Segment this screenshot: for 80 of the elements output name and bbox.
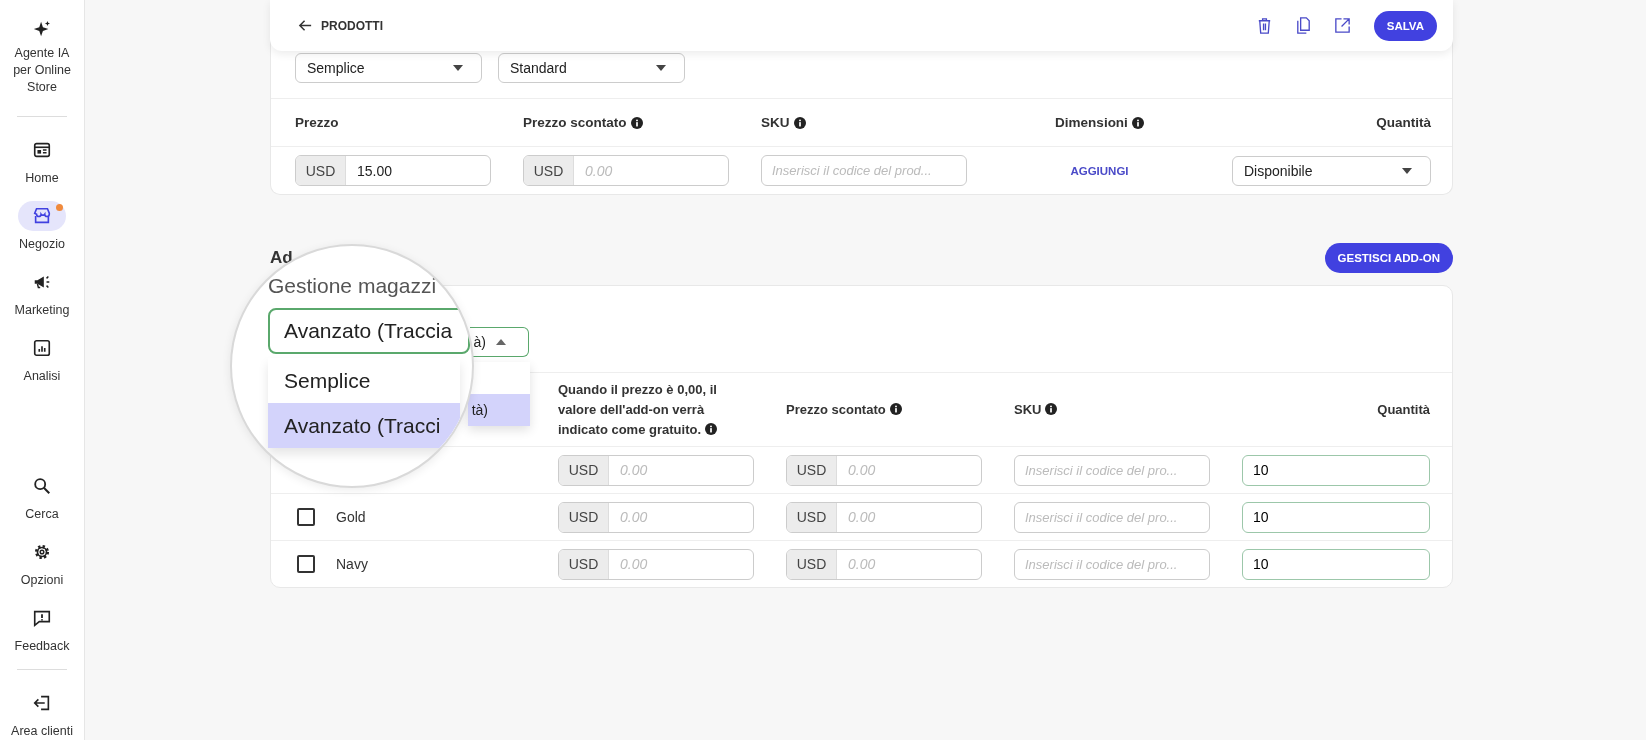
quantity-select[interactable]: Disponibile [1232,155,1431,186]
sidebar-label[interactable]: Area clienti [11,723,73,740]
sidebar-label[interactable]: Agente IA per Online Store [6,45,78,96]
currency-label: USD [524,156,574,185]
type-select[interactable]: Standard [498,53,685,83]
caret-icon [1402,167,1412,174]
sidebar-label[interactable]: Marketing [14,302,70,319]
info-icon[interactable] [1131,116,1144,129]
quantity-field[interactable]: 10 [1242,548,1430,580]
column-header: Prezzo [295,115,339,130]
info-icon[interactable] [889,402,902,415]
settings-icon[interactable] [32,542,52,562]
sidebar-label[interactable]: Home [25,170,59,187]
info-icon[interactable] [705,422,717,435]
currency-label: USD [787,502,837,532]
home-icon [32,140,52,160]
column-header: Prezzo scontato [786,399,902,420]
external-link-icon[interactable] [1332,16,1352,35]
addon-name: Gold [336,509,366,525]
caret-icon [453,65,463,71]
currency-label: USD [559,549,609,579]
type-select[interactable]: Semplice [295,53,482,83]
section-title: Ad [270,248,293,268]
sidebar-label[interactable]: Cerca [25,506,59,523]
dropdown-option[interactable]: Semplice [268,358,460,403]
currency-label: USD [787,455,837,485]
discount-price-field[interactable]: USD 0.00 [786,501,982,533]
sku-field[interactable]: Inserisci il codice del pro... [1014,501,1210,533]
sku-field[interactable]: Inserisci il codice del pro... [1014,548,1210,580]
column-header: Dimensioni [1055,115,1128,130]
currency-label: USD [559,455,609,485]
column-header: Quantità [1377,400,1430,419]
back-arrow-icon [298,18,313,33]
column-header: Prezzo scontato [523,115,627,130]
add-dimensions-link[interactable]: AGGIUNGI [1070,164,1129,177]
column-header: SKU [1014,399,1058,420]
feedback-icon[interactable] [32,608,52,628]
manage-addons-button[interactable]: GESTISCI ADD-ON [1324,243,1453,273]
stock-select[interactable]: à) [470,327,529,357]
currency-label: USD [296,156,346,185]
sidebar-label[interactable]: Negozio [19,236,65,253]
checkbox[interactable] [297,508,315,526]
caret-icon [496,339,506,345]
back-link[interactable]: PRODOTTI [298,18,383,33]
currency-label: USD [787,549,837,579]
field-label: Gestione magazzi [268,274,437,298]
sidebar-label[interactable]: Analisi [23,368,61,385]
notification-dot [56,204,63,211]
caret-icon [656,65,666,71]
checkbox[interactable] [297,555,315,573]
column-header: Quando il prezzo è 0,00, il valore dell'add-on verrà indicato come gratuito. [558,380,719,439]
info-icon[interactable] [793,116,806,129]
quantity-field[interactable]: 10 [1242,454,1430,486]
discount-price-field[interactable]: USD 0.00 [786,548,982,580]
column-header: Quantità [1376,115,1431,130]
sidebar-label[interactable]: Feedback [14,638,70,655]
price-field[interactable]: USD 0.00 [558,548,754,580]
addon-name: Navy [336,556,368,572]
price-field[interactable]: USD 0.00 [558,501,754,533]
sku-field[interactable]: Inserisci il codice del pro... [1014,454,1210,486]
logout-icon[interactable] [32,693,52,713]
stock-select[interactable]: Avanzato (Traccia [268,308,470,354]
dropdown-option[interactable]: Avanzato (Tracci [268,403,460,448]
dropdown-option[interactable]: tà) [468,394,530,426]
discount-price-field[interactable]: USD 0.00 [523,155,729,186]
save-button[interactable]: SALVA [1373,10,1437,41]
sidebar-label[interactable]: Opzioni [20,572,64,589]
info-icon[interactable] [1045,402,1058,415]
chart-icon [32,338,52,358]
quantity-field[interactable]: 10 [1242,501,1430,533]
column-header: SKU [761,115,790,130]
price-field[interactable]: USD 0.00 [558,454,754,486]
store-icon [32,206,52,226]
currency-label: USD [559,502,609,532]
info-icon[interactable] [630,116,643,129]
nav-tab[interactable] [18,201,66,231]
discount-price-field[interactable]: USD 0.00 [786,454,982,486]
sku-field[interactable]: Inserisci il codice del prod... [761,155,967,186]
search-icon[interactable] [32,476,52,496]
price-field[interactable]: USD 15.00 [295,155,491,186]
